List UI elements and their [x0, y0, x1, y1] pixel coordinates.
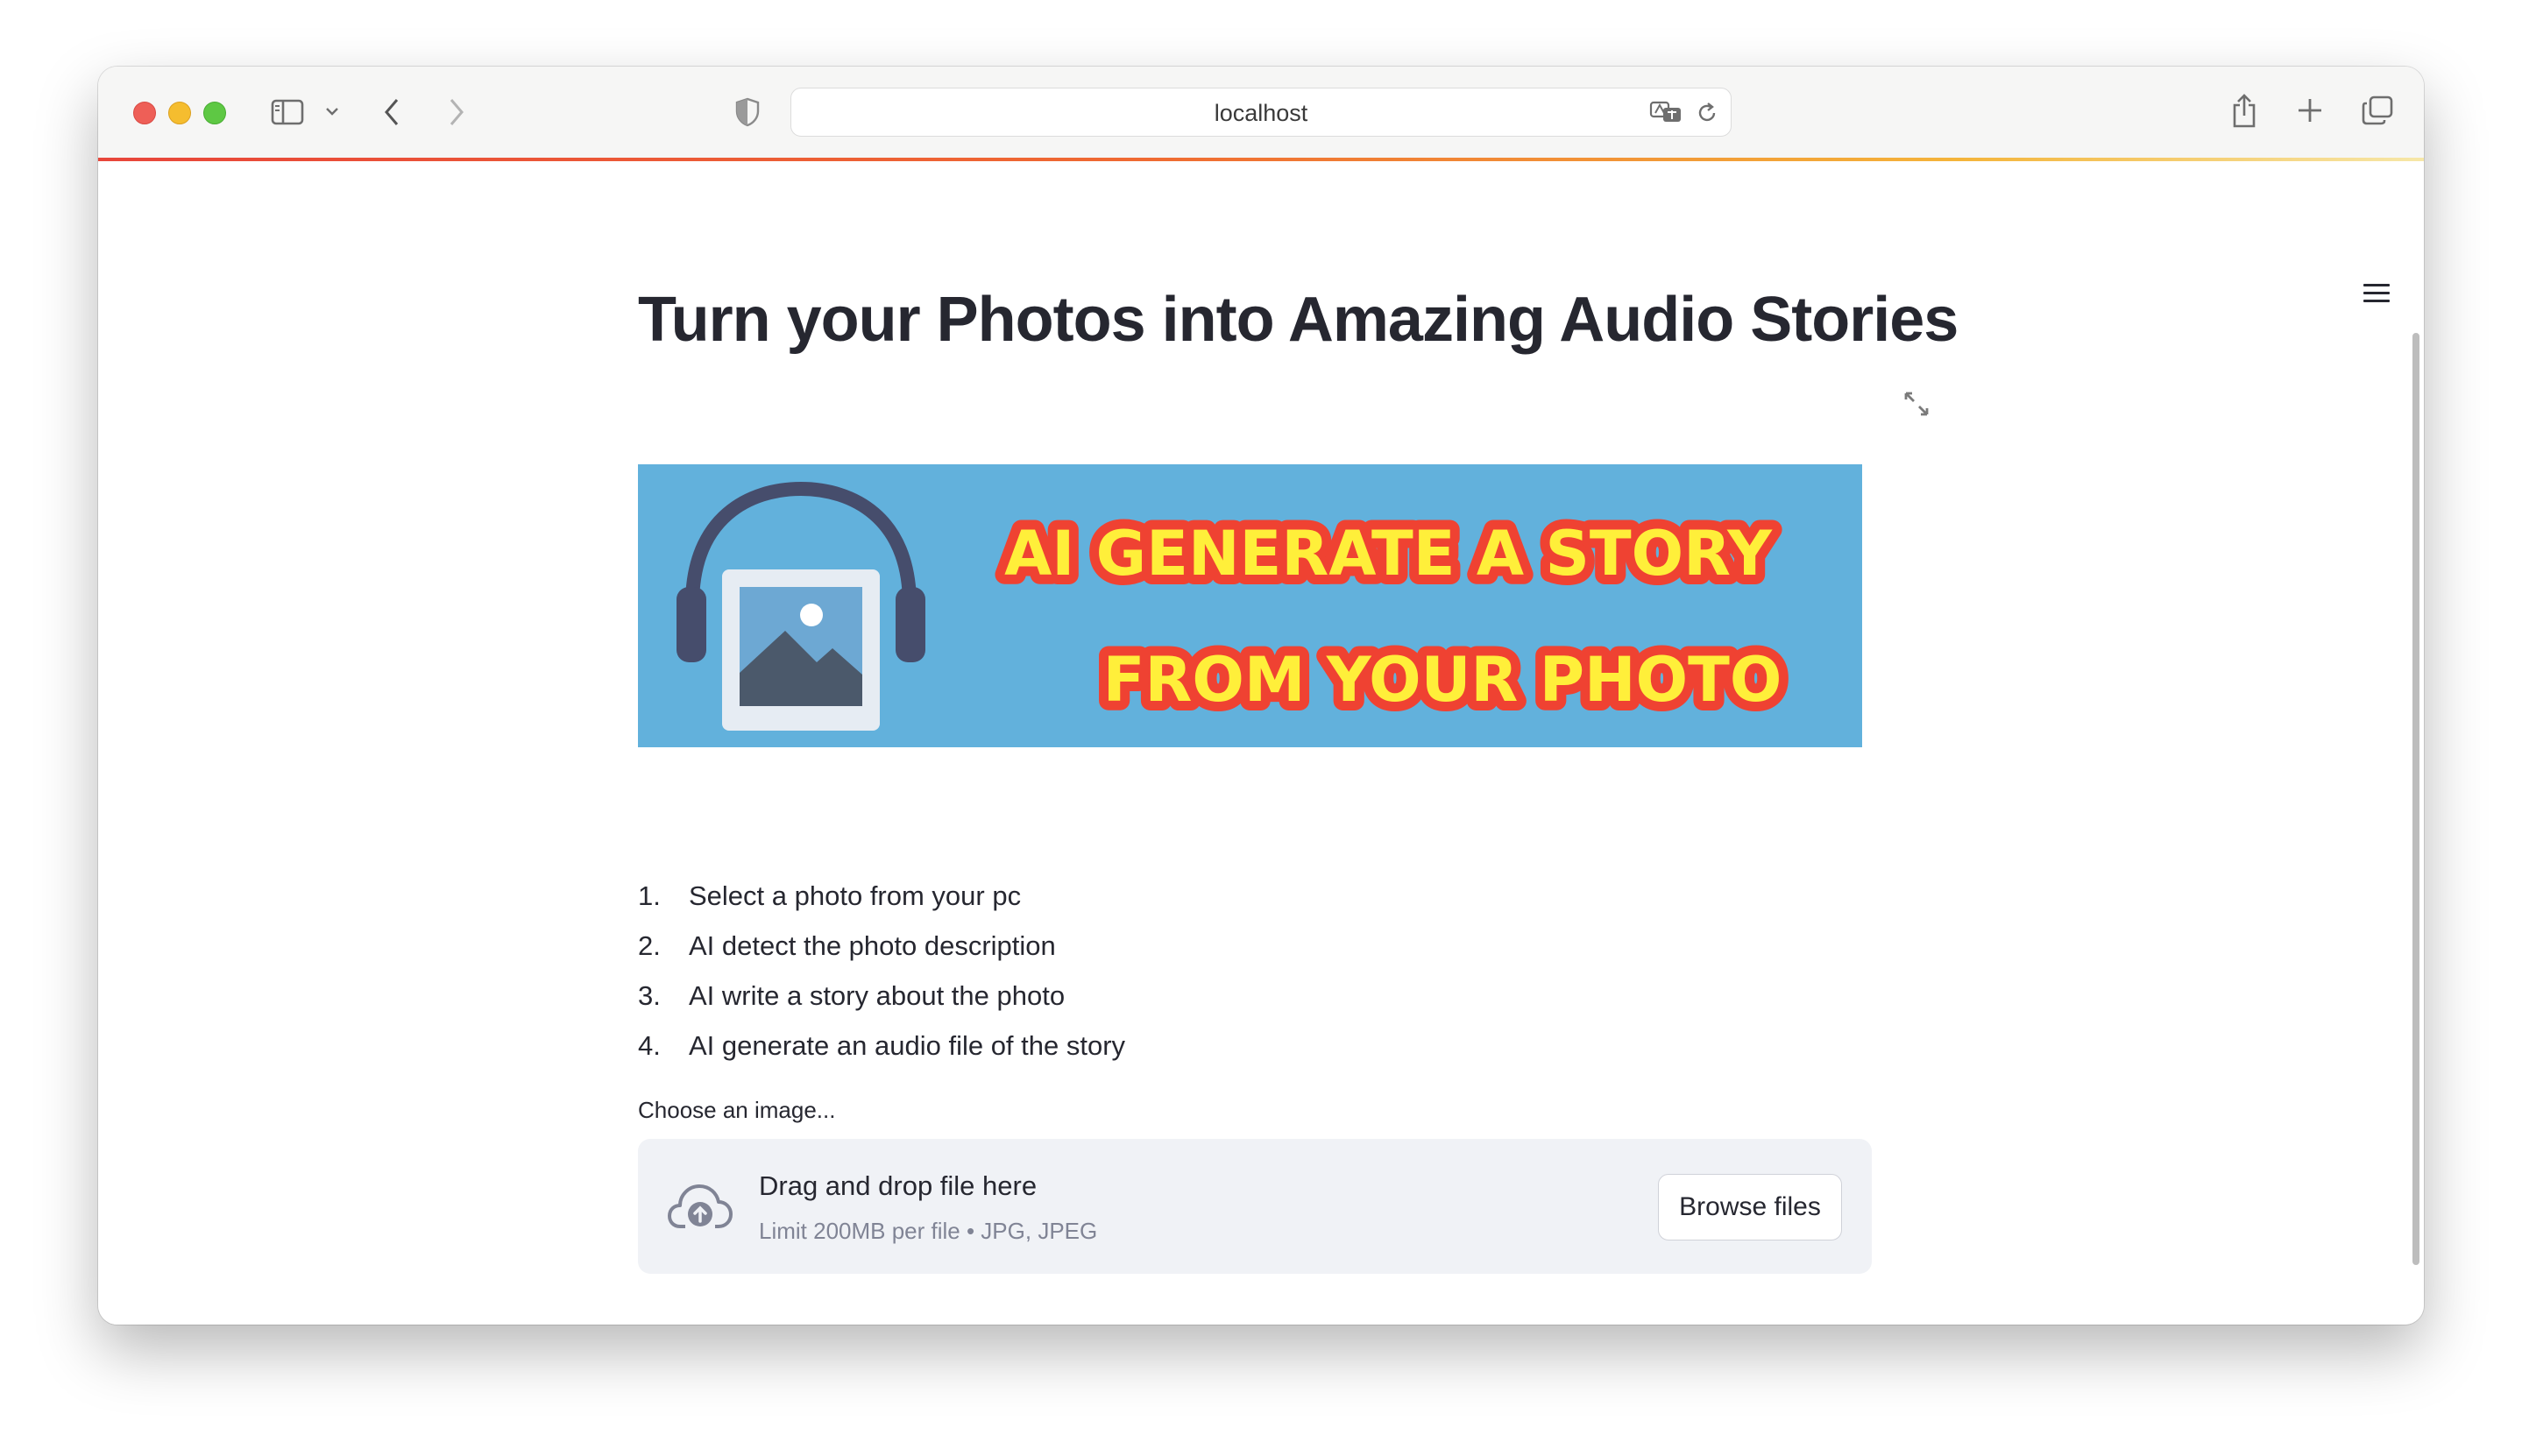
- step-text: AI detect the photo description: [689, 929, 1056, 961]
- step-number: 3.: [638, 979, 661, 1011]
- browser-window: localhost Turn your Photos into Amazing …: [98, 67, 2424, 1325]
- chevron-down-icon[interactable]: [324, 105, 340, 117]
- main-menu-icon[interactable]: [2363, 284, 2390, 305]
- list-item: 2. AI detect the photo description: [638, 921, 1125, 971]
- step-number: 2.: [638, 929, 661, 961]
- page-title: Turn your Photos into Amazing Audio Stor…: [638, 285, 1959, 355]
- step-number: 1.: [638, 880, 661, 911]
- share-icon[interactable]: [2229, 91, 2259, 130]
- shield-icon[interactable]: [734, 96, 761, 128]
- step-text: Select a photo from your pc: [689, 880, 1022, 911]
- address-bar-url: localhost: [1214, 100, 1308, 126]
- dropzone-title: Drag and drop file here: [759, 1170, 1038, 1201]
- browser-toolbar: localhost: [98, 67, 2424, 159]
- headphones-photo-icon: [677, 481, 925, 731]
- cloud-upload-icon: [668, 1183, 733, 1230]
- banner-line2: FROM YOUR PHOTO: [1103, 644, 1782, 716]
- dropzone-limit-text: Limit 200MB per file • JPG, JPEG: [759, 1218, 1098, 1244]
- back-icon[interactable]: [380, 96, 403, 128]
- minimize-window-button[interactable]: [168, 102, 191, 124]
- zoom-window-button[interactable]: [203, 102, 226, 124]
- reload-icon[interactable]: [1696, 101, 1718, 125]
- list-item: 4. AI generate an audio file of the story: [638, 1021, 1125, 1071]
- banner-line1: AI GENERATE A STORY: [1004, 518, 1773, 590]
- scrollbar[interactable]: [2412, 333, 2419, 1265]
- step-number: 4.: [638, 1029, 661, 1061]
- hero-banner-image: AI GENERATE A STORY AI GENERATE A STORY …: [638, 464, 1862, 747]
- forward-icon[interactable]: [445, 96, 468, 128]
- fullscreen-expand-icon[interactable]: [1903, 391, 1930, 417]
- uploader-label: Choose an image...: [638, 1097, 836, 1123]
- list-item: 1. Select a photo from your pc: [638, 871, 1125, 921]
- close-window-button[interactable]: [133, 102, 156, 124]
- step-text: AI write a story about the photo: [689, 979, 1066, 1011]
- translate-icon[interactable]: [1648, 99, 1683, 125]
- sidebar-icon[interactable]: [270, 98, 305, 126]
- tabs-overview-icon[interactable]: [2361, 95, 2394, 126]
- list-item: 3. AI write a story about the photo: [638, 971, 1125, 1021]
- browse-files-button[interactable]: Browse files: [1658, 1174, 1842, 1240]
- new-tab-icon[interactable]: [2296, 96, 2324, 124]
- steps-list: 1. Select a photo from your pc 2. AI detec…: [638, 871, 1125, 1071]
- step-text: AI generate an audio file of the story: [689, 1029, 1126, 1061]
- address-bar[interactable]: localhost: [790, 88, 1732, 137]
- file-dropzone[interactable]: Drag and drop file here Limit 200MB per …: [638, 1139, 1872, 1274]
